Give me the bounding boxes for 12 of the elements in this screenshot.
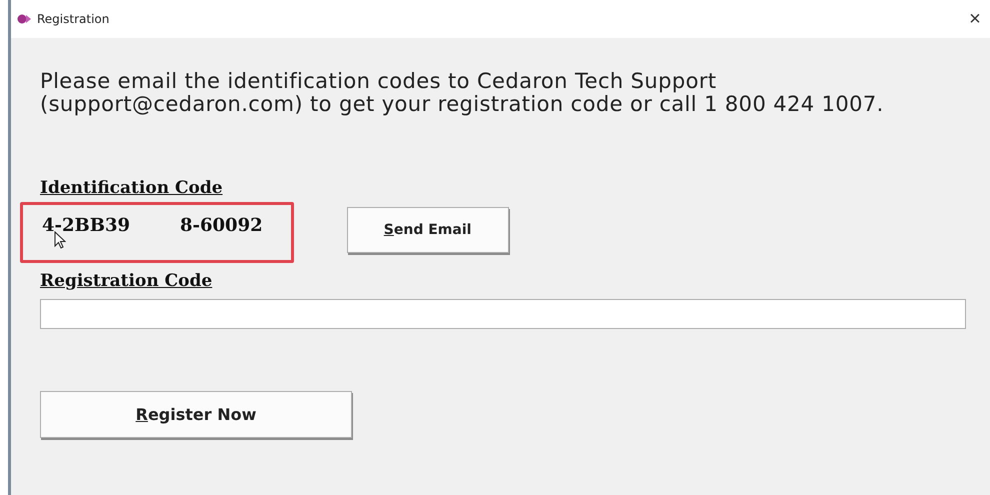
app-logo-icon <box>17 13 31 25</box>
window-title: Registration <box>37 12 110 26</box>
identification-code-heading: Identification Code <box>40 178 223 198</box>
registration-code-field[interactable] <box>40 299 966 329</box>
close-button[interactable]: × <box>952 0 990 38</box>
send-email-button[interactable]: Send Email <box>346 206 509 252</box>
register-now-button[interactable]: Register Now <box>40 391 352 438</box>
registration-code-heading: Registration Code <box>40 271 212 291</box>
instructions-text: Please email the identification codes to Cedaron Tech Support (support@cedaron.com) to get your registration code or call 1 800 424 1007. <box>40 70 885 116</box>
mouse-pointer-icon <box>54 231 66 249</box>
identification-code: 4-2BB39 <box>42 215 130 236</box>
identification-code: 8-60092 <box>180 215 263 236</box>
